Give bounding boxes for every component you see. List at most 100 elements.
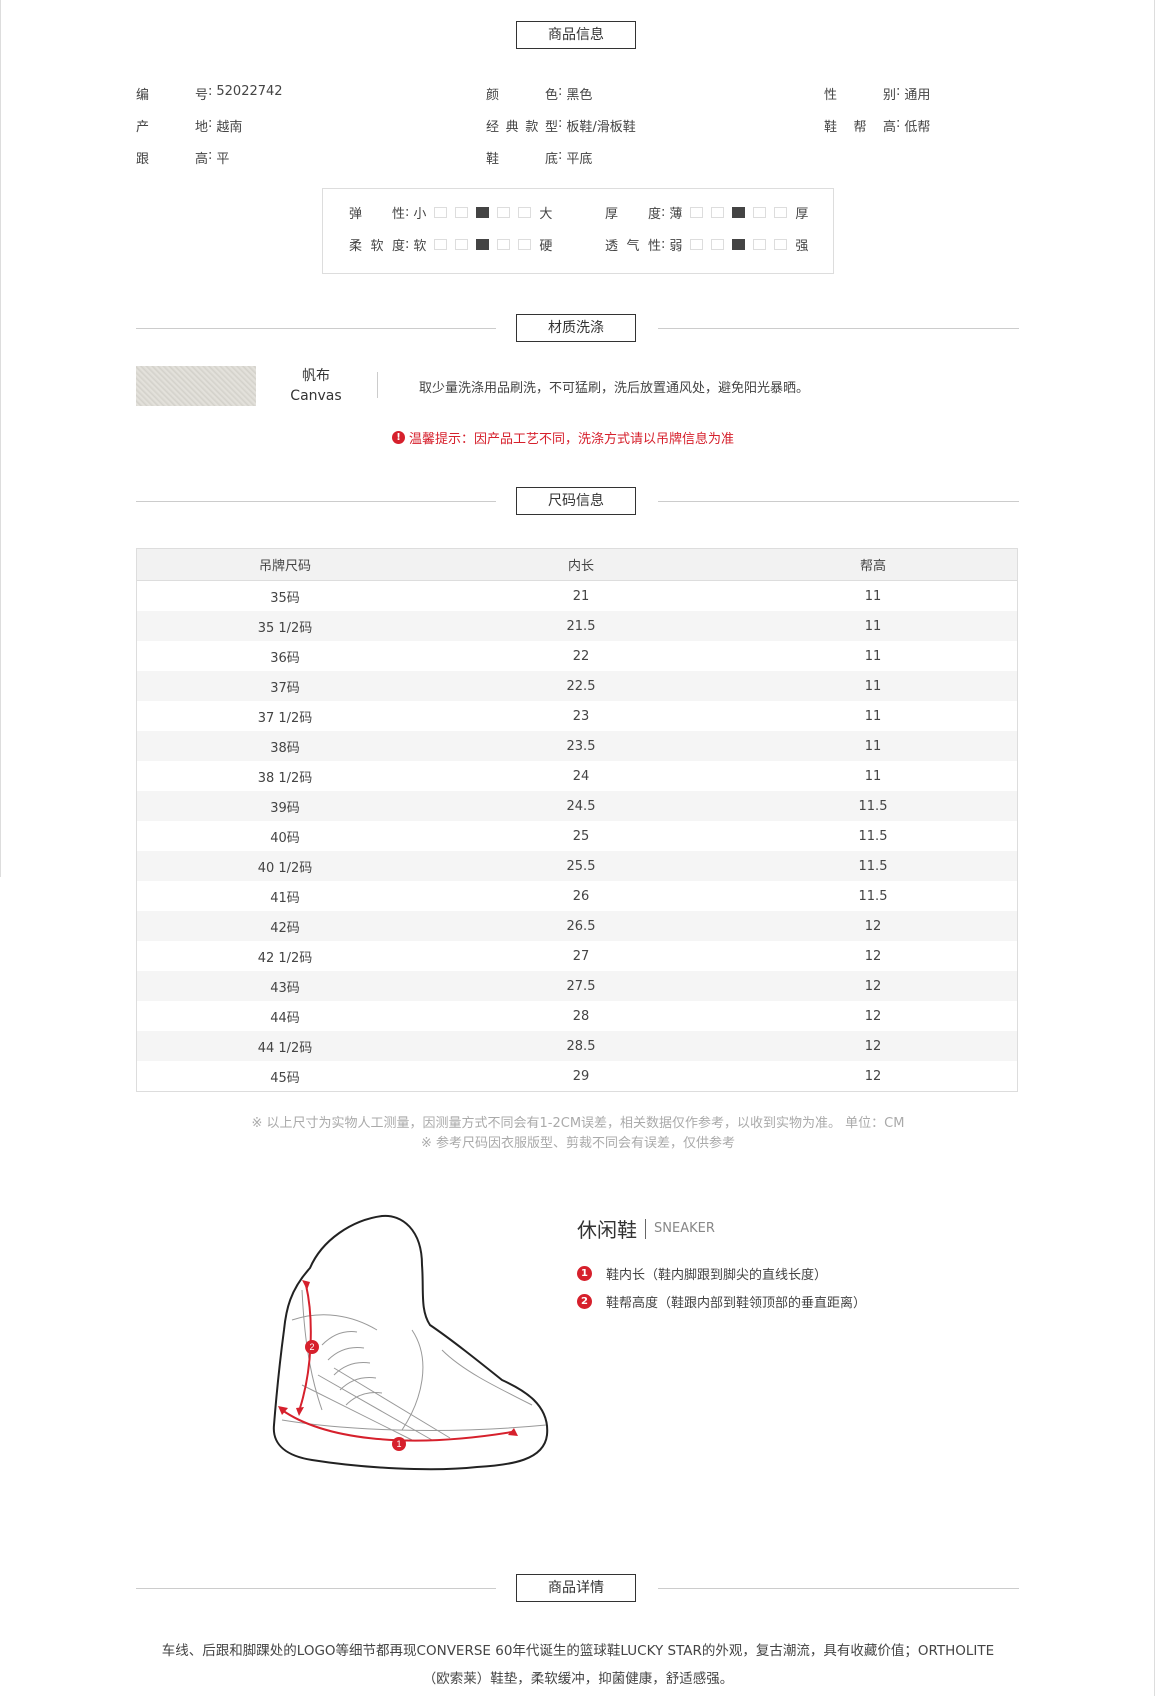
spec-level-cell [476,207,490,218]
title-separator [645,1218,646,1239]
attr-value: 板鞋/滑板鞋 [566,120,636,135]
size-table-row: 43码 27.5 12 [136,971,1018,1001]
cell-tag-size: 37 1/2码 [257,710,313,726]
divider-left [136,501,496,502]
size-table-row: 40 1/2码 25.5 11.5 [136,851,1018,881]
cell-inner-length: 22 [572,648,590,664]
cell-inner-length: 29 [572,1068,590,1084]
legend-item-upper-height: 2 鞋帮高度（鞋跟内部到鞋领顶部的垂直距离） [577,1292,866,1311]
spec-low: 弱 [669,239,683,254]
spec-level-cell [711,207,725,218]
attr-value: 越南 [216,120,243,135]
cell-inner-length: 27 [572,948,590,964]
attr-key: 产地 [136,120,208,135]
left-border [0,0,1,877]
header-inner-length: 内长 [433,548,729,581]
attr-colon: : [208,148,213,163]
cell-tag-size: 37码 [136,671,433,701]
size-table-row: 40码 25 11.5 [137,821,1018,851]
cell-upper-height: 11 [864,648,882,664]
attr-colon: : [208,116,213,131]
size-table: 吊牌尺码 内长 帮高 35码 21 11 35 1/2码 21.5 11 36码 22 11 37… [136,548,1018,1092]
cell-tag-size: 44 1/2码 [136,1031,433,1061]
attr-key: 鞋底 [486,152,558,167]
spec-level-cell [455,207,469,218]
attr-item: 性别: 通用 [824,84,930,103]
spec-level-cell [434,207,448,218]
cell-inner-length: 21.5 [433,611,729,641]
care-warning: ! 温馨提示：因产品工艺不同，洗涤方式请以吊牌信息为准 [392,428,734,447]
size-table-row: 38码 23.5 11 [136,731,1018,761]
cell-inner-length: 22.5 [433,671,729,701]
spec-high: 厚 [795,207,809,222]
section-title-info: 商品信息 [516,21,636,49]
header-tag-size: 吊牌尺码 [136,548,433,581]
cell-inner-length: 23 [572,708,590,724]
cell-upper-height: 12 [729,911,1018,941]
section-title-size: 尺码信息 [516,487,636,515]
cell-upper-height: 11 [729,611,1018,641]
cell-tag-size: 40码 [270,830,300,846]
spec-level-cell [774,239,788,250]
spec-colon: : [405,237,410,252]
section-title-material: 材质洗涤 [516,314,636,342]
cell-upper-height: 12 [864,1008,882,1024]
spec-level-cell [497,239,511,250]
size-table-row: 44 1/2码 28.5 12 [136,1031,1018,1061]
cell-inner-length: 21 [572,588,590,604]
cell-upper-height: 11 [729,731,1018,761]
shoe-type-en: SNEAKER [654,1221,715,1236]
spec-label: 柔软度 [349,239,405,254]
cell-upper-height: 11.5 [729,851,1018,881]
attr-colon: : [208,84,213,99]
attr-key: 经典款型 [486,120,558,135]
spec-scale: 弹性: 小 大 [349,203,556,222]
alert-icon: ! [392,431,405,444]
attr-key: 颜色 [486,88,558,103]
cell-inner-length: 24 [572,768,590,784]
cell-tag-size: 45码 [270,1070,300,1086]
attr-colon: : [558,148,563,163]
spec-low: 小 [413,207,427,222]
spec-scale: 厚度: 薄 厚 [605,203,812,222]
legend-number-icon: 2 [577,1294,592,1309]
cell-upper-height: 11 [864,588,882,604]
size-table-row: 35码 21 11 [137,581,1018,612]
spec-level-cell [753,207,767,218]
legend-item-inner-length: 1 鞋内长（鞋内脚跟到脚尖的直线长度） [577,1264,827,1283]
divider-right [658,501,1019,502]
cell-tag-size: 39码 [136,791,433,821]
cell-inner-length: 23.5 [433,731,729,761]
attr-item: 产地: 越南 [136,116,242,135]
legend-number-icon: 1 [577,1266,592,1281]
size-table-row: 37码 22.5 11 [136,671,1018,701]
care-instructions: 取少量洗涤用品刷洗，不可猛刷，洗后放置通风处，避免阳光暴晒。 [419,381,810,396]
cell-inner-length: 26 [572,888,590,904]
spec-label: 弹性 [349,207,405,222]
header-upper-height: 帮高 [729,548,1018,581]
spec-level-cell [753,239,767,250]
attr-key: 鞋帮高 [824,120,896,135]
cell-upper-height: 11.5 [858,828,888,844]
spec-level-cell [732,207,746,218]
spec-colon: : [405,205,410,220]
product-details-text: 车线、后跟和脚踝处的LOGO等细节都再现CONVERSE 60年代诞生的篮球鞋L… [161,1643,995,1687]
size-note-1: ※ 以上尺寸为实物人工测量，因测量方式不同会有1-2CM误差，相关数据仅作参考，… [251,1116,905,1131]
size-table-header: 吊牌尺码 内长 帮高 [136,548,1018,581]
size-table-row: 44码 28 12 [137,1001,1018,1031]
spec-level-cell [455,239,469,250]
marker-1-label: 1 [396,1439,401,1449]
cell-inner-length: 26.5 [433,911,729,941]
cell-upper-height: 12 [729,1031,1018,1061]
cell-tag-size: 36码 [270,650,300,666]
size-table-row: 42码 26.5 12 [136,911,1018,941]
cell-tag-size: 42 1/2码 [257,950,313,966]
cell-upper-height: 12 [864,948,882,964]
spec-label: 透气性 [605,239,661,254]
spec-level-cell [774,207,788,218]
size-note-2: ※ 参考尺码因衣服版型、剪裁不同会有误差，仅供参考 [420,1136,736,1151]
spec-level-cell [690,207,704,218]
fabric-swatch-image [136,366,256,406]
size-table-row: 36码 22 11 [137,641,1018,671]
cell-inner-length: 27.5 [433,971,729,1001]
